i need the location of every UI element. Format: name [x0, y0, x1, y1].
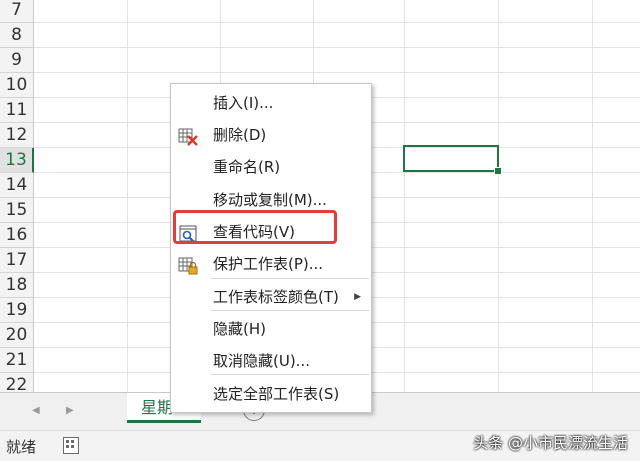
- protect-sheet-icon: [178, 255, 198, 275]
- row-gridline: [34, 22, 640, 23]
- row-header[interactable]: 21: [0, 348, 34, 373]
- row-gridline: [34, 47, 640, 48]
- column-gridline: [592, 0, 593, 392]
- row-header[interactable]: 10: [0, 73, 34, 98]
- sheet-tab-label: 星期: [141, 398, 174, 417]
- row-header[interactable]: 20: [0, 323, 34, 348]
- menu-item[interactable]: 重命名(R): [171, 152, 371, 182]
- column-gridline: [498, 0, 499, 392]
- watermark-text: 头条 @小市民漂流生活: [473, 434, 628, 452]
- macro-record-icon[interactable]: [63, 437, 79, 454]
- fill-handle[interactable]: [494, 167, 502, 175]
- menu-item[interactable]: 隐藏(H): [171, 314, 371, 344]
- next-sheet-arrow-icon[interactable]: ▶: [66, 405, 74, 416]
- menu-item-label: 隐藏(H): [213, 320, 266, 338]
- submenu-arrow-icon: ▶: [354, 292, 361, 302]
- menu-item-label: 选定全部工作表(S): [213, 385, 340, 403]
- row-header[interactable]: 18: [0, 273, 34, 298]
- menu-item-label: 取消隐藏(U)...: [213, 352, 310, 370]
- row-header[interactable]: 8: [0, 23, 34, 48]
- status-ready-text: 就绪: [6, 438, 37, 456]
- menu-separator: [211, 278, 369, 279]
- menu-separator: [211, 310, 369, 311]
- row-header[interactable]: 13: [0, 148, 34, 173]
- row-header[interactable]: 11: [0, 98, 34, 123]
- menu-separator: [211, 374, 369, 375]
- menu-item-label: 保护工作表(P)...: [213, 255, 324, 273]
- row-header[interactable]: 22: [0, 373, 34, 392]
- prev-sheet-arrow-icon[interactable]: ◀: [32, 405, 40, 416]
- menu-item[interactable]: 选定全部工作表(S): [171, 379, 371, 409]
- menu-item-label: 移动或复制(M)...: [213, 191, 327, 209]
- menu-item[interactable]: 删除(D): [171, 120, 371, 150]
- menu-item[interactable]: 取消隐藏(U)...: [171, 346, 371, 376]
- row-header[interactable]: 15: [0, 198, 34, 223]
- menu-item[interactable]: 插入(I)...: [171, 88, 371, 118]
- row-header[interactable]: 17: [0, 248, 34, 273]
- row-header[interactable]: 7: [0, 0, 34, 23]
- highlight-annotation: [173, 210, 337, 244]
- row-header[interactable]: 12: [0, 123, 34, 148]
- menu-item[interactable]: 工作表标签颜色(T) ▶: [171, 282, 371, 312]
- menu-item-label: 重命名(R): [213, 158, 281, 176]
- menu-item[interactable]: 保护工作表(P)...: [171, 249, 371, 279]
- menu-item-label: 工作表标签颜色(T): [213, 288, 339, 306]
- sheet-context-menu: 插入(I)... 删除(D) 重命名(R) 移动或复制(M)... 查看代码(V) 保护工…: [170, 83, 372, 413]
- delete-sheet-icon: [178, 126, 198, 146]
- row-gridline: [34, 72, 640, 73]
- menu-item-label: 插入(I)...: [213, 94, 274, 112]
- column-gridline: [404, 0, 405, 392]
- menu-item-label: 删除(D): [213, 126, 267, 144]
- row-header[interactable]: 19: [0, 298, 34, 323]
- column-gridline: [127, 0, 128, 392]
- row-header[interactable]: 9: [0, 48, 34, 73]
- selected-cell[interactable]: [403, 145, 499, 172]
- row-header[interactable]: 14: [0, 173, 34, 198]
- row-header[interactable]: 16: [0, 223, 34, 248]
